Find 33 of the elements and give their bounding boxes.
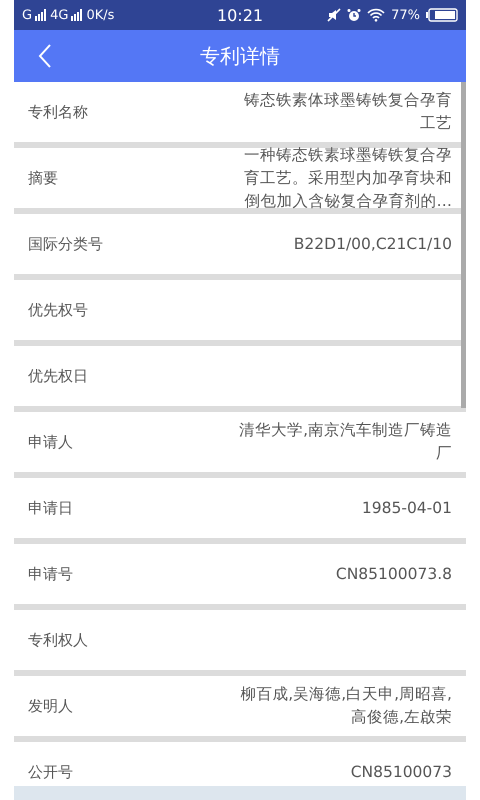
field-value: CN85100073 xyxy=(350,762,452,782)
alarm-icon xyxy=(347,8,362,22)
field-label: 申请日 xyxy=(28,498,73,518)
mute-icon xyxy=(327,8,342,22)
field-label: 专利名称 xyxy=(28,102,88,122)
network-label: G xyxy=(22,8,32,22)
network-speed: 0K/s xyxy=(86,8,114,22)
status-time: 10:21 xyxy=(216,6,264,24)
battery-percent: 77% xyxy=(391,8,420,22)
field-label: 公开号 xyxy=(28,762,73,782)
back-icon[interactable] xyxy=(38,44,52,68)
signal-icon xyxy=(71,9,84,21)
field-label: 优先权号 xyxy=(28,300,88,320)
field-label: 国际分类号 xyxy=(28,234,103,254)
field-value: 清华大学,南京汽车制造厂铸造厂 xyxy=(238,420,452,464)
field-value: CN85100073.8 xyxy=(334,564,452,584)
field-label: 申请号 xyxy=(28,564,73,584)
field-label: 发明人 xyxy=(28,696,73,716)
scrollbar[interactable] xyxy=(461,82,466,408)
battery-icon xyxy=(426,8,458,22)
network-label: 4G xyxy=(50,8,68,22)
field-value: 一种铸态铁素球墨铸铁复合孕育工艺。采用型内加孕育块和倒包加入含铋复合孕育剂的… xyxy=(243,144,452,212)
wifi-icon xyxy=(367,8,386,22)
field-label: 摘要 xyxy=(28,168,58,188)
page-title: 专利详情 xyxy=(200,42,280,70)
field-label: 专利权人 xyxy=(28,630,88,650)
field-value: 铸态铁素体球墨铸铁复合孕育工艺 xyxy=(243,90,452,134)
field-value: 1985-04-01 xyxy=(360,498,452,518)
field-label: 申请人 xyxy=(28,432,73,452)
signal-icon xyxy=(35,9,48,21)
field-label: 优先权日 xyxy=(28,366,88,386)
field-value: B22D1/00,C21C1/10 xyxy=(292,234,452,254)
field-value: 柳百成,吴海德,白天申,周昭喜,高俊德,左啟荣 xyxy=(239,684,452,728)
